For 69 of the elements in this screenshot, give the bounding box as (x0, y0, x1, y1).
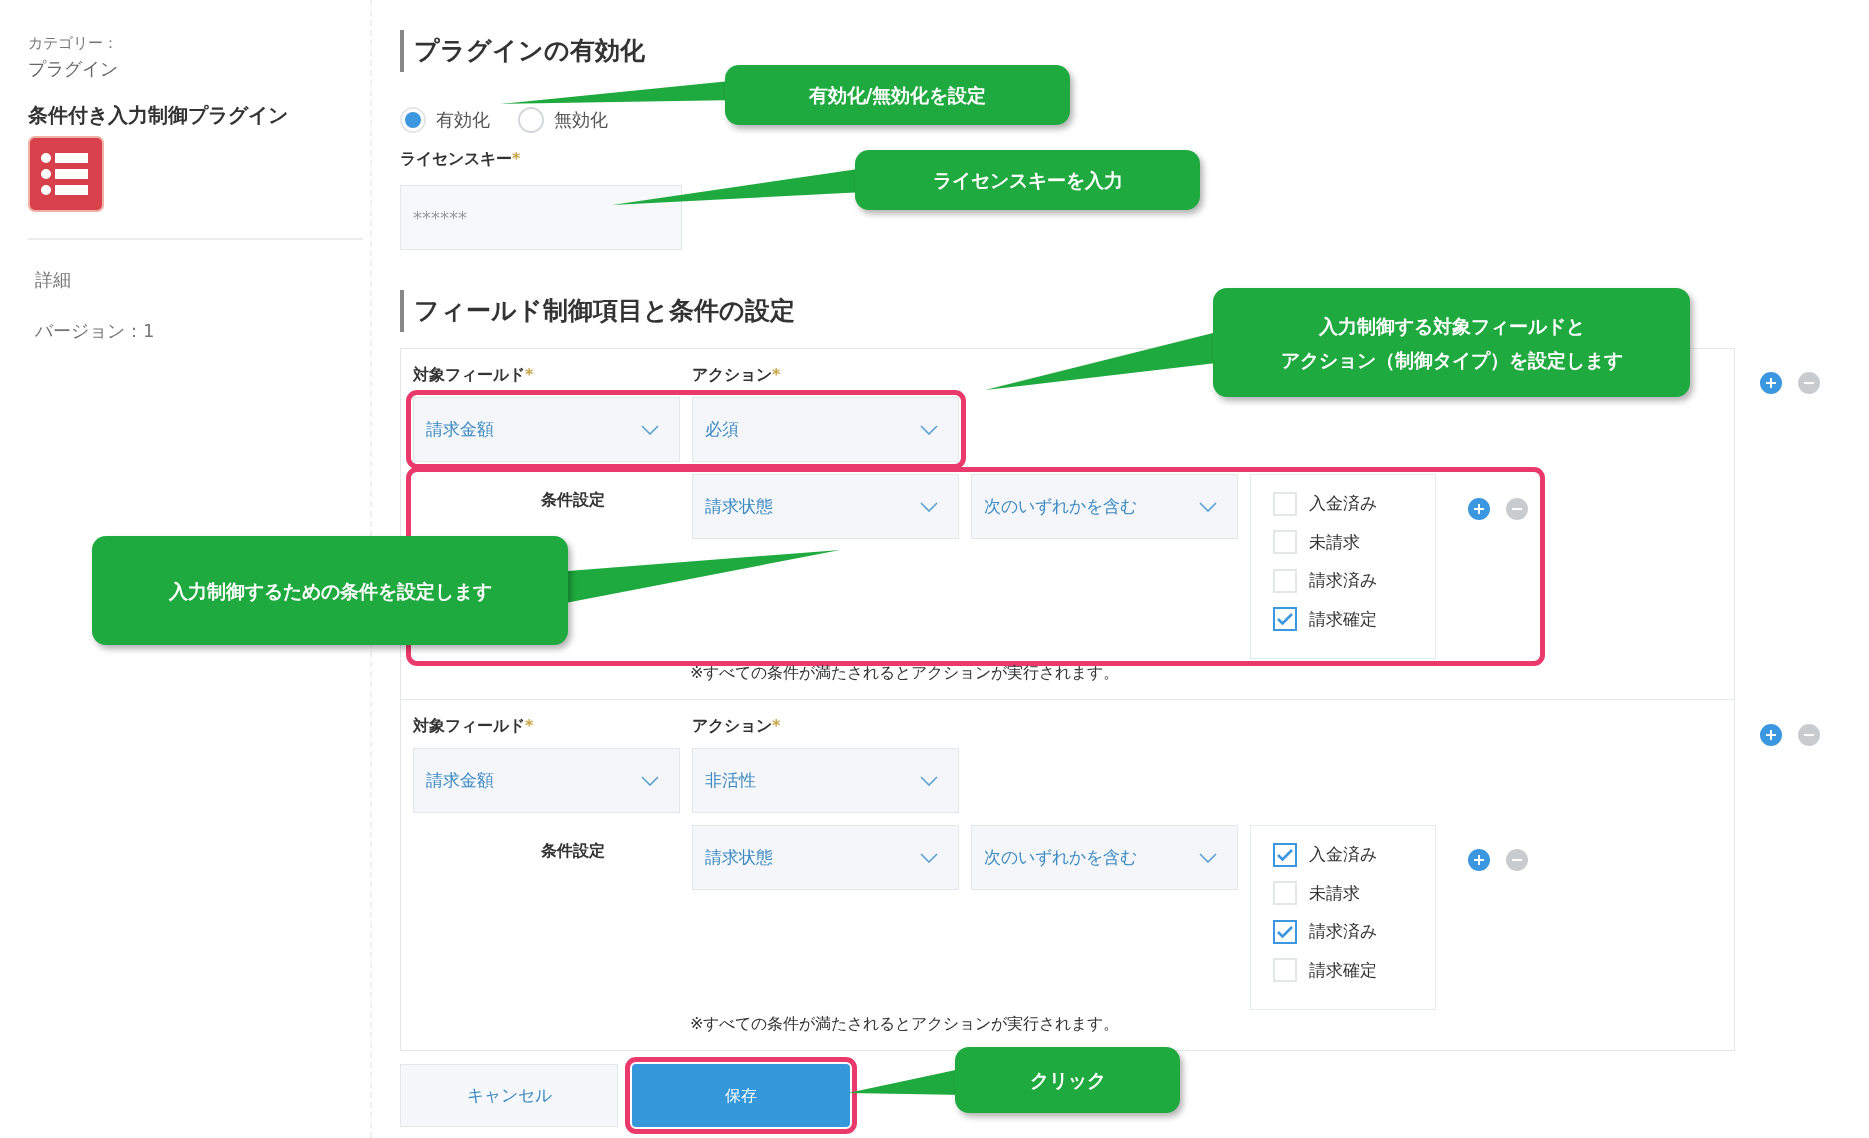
chevron-down-icon (920, 424, 938, 435)
radio-label: 無効化 (554, 108, 608, 132)
condition-label: 条件設定 (541, 841, 605, 860)
callout-text: ライセンスキーを入力 (932, 168, 1123, 193)
plugin-name: 条件付き入力制御プラグイン (28, 101, 289, 129)
checkbox[interactable] (1273, 607, 1297, 632)
sidebar-link[interactable]: バージョン：1 (35, 316, 363, 344)
condition-label: 条件設定 (541, 490, 605, 509)
checkbox[interactable] (1273, 919, 1297, 944)
field-label: 対象フィールド* (413, 364, 535, 386)
chevron-down-icon (920, 852, 938, 863)
checkbox-label: 請求確定 (1309, 607, 1377, 631)
radio-button[interactable] (400, 106, 426, 133)
callout-text: 入力制御するための条件を設定します (168, 578, 492, 604)
checkbox-label: 入金済み (1309, 492, 1377, 515)
dropdown-select[interactable]: 請求状態 (692, 474, 959, 539)
dropdown-select[interactable]: 次のいずれかを含む (971, 474, 1238, 539)
callout-text: クリック (1029, 1068, 1106, 1093)
checkbox-label: 未請求 (1309, 530, 1360, 554)
chevron-down-icon (1199, 501, 1217, 512)
checkbox-label: 請求済み (1309, 920, 1377, 943)
category-label: カテゴリー： (28, 33, 119, 54)
chevron-down-icon (1199, 852, 1217, 863)
checkbox-label: 未請求 (1309, 881, 1360, 905)
checklist-icon (28, 135, 104, 212)
check-icon (1277, 613, 1293, 626)
required-mark: * (772, 365, 781, 384)
remove-icon[interactable] (1798, 372, 1820, 394)
checkbox-label: 請求済み (1309, 569, 1377, 592)
check-icon (1277, 848, 1293, 861)
required-mark: * (772, 716, 781, 735)
required-mark: * (512, 149, 521, 168)
chevron-down-icon (641, 424, 659, 435)
action-label: アクション* (692, 715, 782, 737)
license-label: ライセンスキー* (400, 148, 522, 170)
add-icon[interactable] (1468, 498, 1490, 520)
dropdown-select[interactable]: 次のいずれかを含む (971, 825, 1238, 890)
dropdown-select[interactable]: 請求金額 (413, 748, 680, 813)
field-label: 対象フィールド* (413, 715, 535, 737)
check-icon (1277, 925, 1293, 938)
add-icon[interactable] (1468, 849, 1490, 871)
radio-button[interactable] (518, 106, 544, 133)
condition-note: ※すべての条件が満たされるとアクションが実行されます。 (690, 1014, 1120, 1033)
remove-icon[interactable] (1506, 849, 1528, 871)
dropdown-select[interactable]: 請求金額 (413, 397, 680, 462)
callout-text: アクション（制御タイプ）を設定します (1280, 347, 1623, 373)
required-mark: * (525, 365, 534, 384)
license-key-field[interactable]: ****** (400, 185, 682, 250)
checkbox-label: 入金済み (1309, 843, 1377, 866)
category-value: プラグイン (28, 56, 119, 81)
action-label: アクション* (692, 364, 782, 386)
chevron-down-icon (920, 501, 938, 512)
sidebar-link[interactable]: 詳細 (35, 265, 363, 293)
callout-text: 有効化/無効化を設定 (808, 83, 987, 108)
cancel-button[interactable]: キャンセル (400, 1064, 618, 1127)
chevron-down-icon (920, 775, 938, 786)
checkbox-label: 請求確定 (1309, 958, 1377, 982)
remove-icon[interactable] (1798, 724, 1820, 746)
remove-icon[interactable] (1506, 498, 1528, 520)
required-mark: * (525, 716, 534, 735)
checkbox[interactable] (1273, 842, 1297, 867)
radio-label: 有効化 (436, 108, 490, 132)
chevron-down-icon (641, 775, 659, 786)
add-icon[interactable] (1760, 372, 1782, 394)
dropdown-select[interactable]: 請求状態 (692, 825, 959, 890)
dropdown-select[interactable]: 非活性 (692, 748, 959, 813)
dropdown-select[interactable]: 必須 (692, 397, 959, 462)
add-icon[interactable] (1760, 724, 1782, 746)
condition-note: ※すべての条件が満たされるとアクションが実行されます。 (690, 663, 1120, 682)
